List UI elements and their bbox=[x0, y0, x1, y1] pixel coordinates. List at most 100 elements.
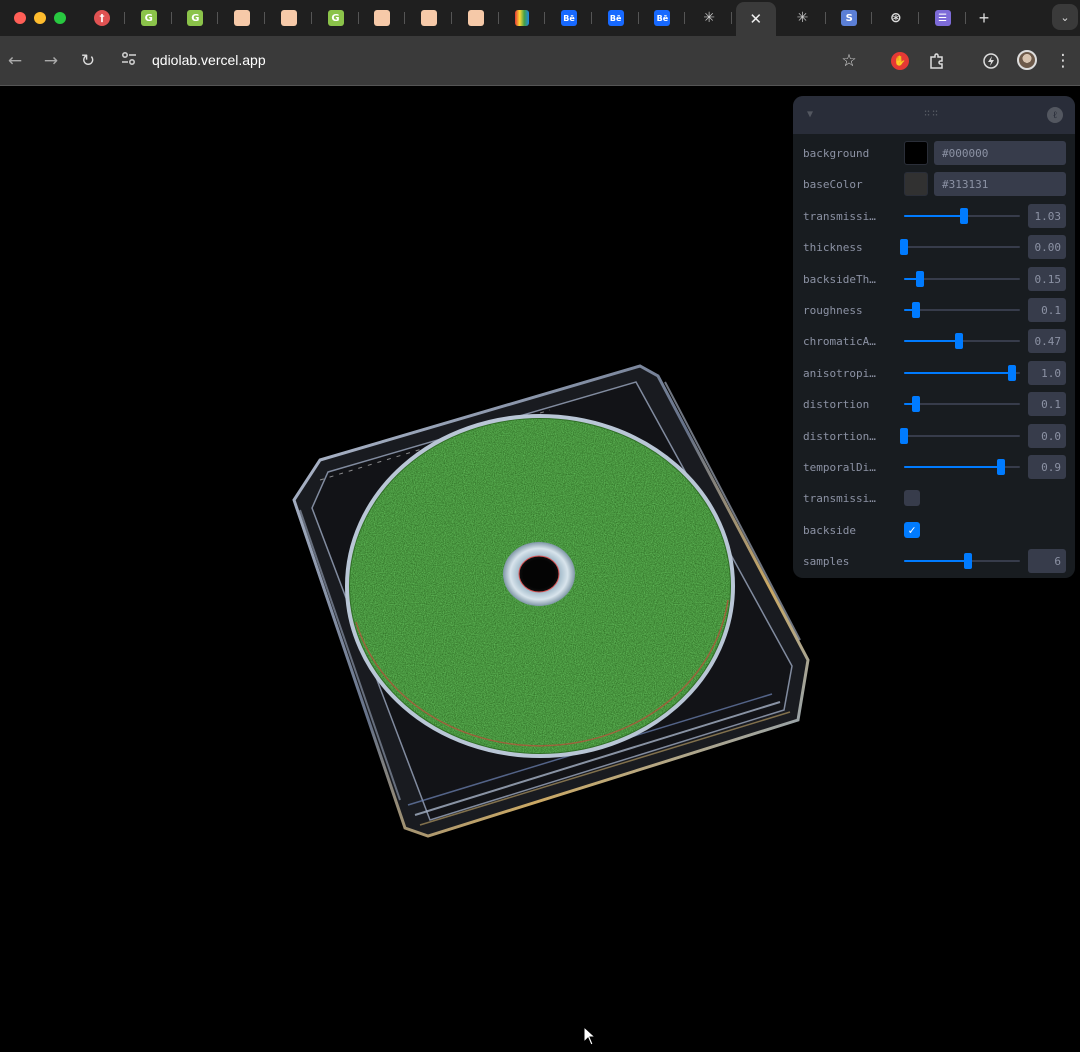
close-window-button[interactable] bbox=[14, 12, 26, 24]
slider-track[interactable] bbox=[904, 270, 1020, 287]
arrow-left-icon: ← bbox=[7, 51, 23, 71]
tab-search-button[interactable]: ⌄ bbox=[1052, 4, 1078, 30]
control-row: transmissi… 1.03 bbox=[793, 203, 1075, 228]
arrow-right-icon: → bbox=[43, 51, 59, 71]
list-icon: ☰ bbox=[934, 10, 951, 26]
collapse-chevron-icon[interactable]: ▼ bbox=[807, 109, 813, 120]
control-row: baseColor #313131 bbox=[793, 172, 1075, 197]
bookmark-button[interactable]: ☆ bbox=[838, 50, 860, 72]
slider-track[interactable] bbox=[904, 364, 1020, 381]
slider-track[interactable] bbox=[904, 396, 1020, 413]
slider-thumb[interactable] bbox=[911, 302, 920, 318]
control-row: backsideTh… 0.15 bbox=[793, 266, 1075, 291]
browser-tab[interactable] bbox=[269, 6, 312, 30]
control-label: chromaticA… bbox=[803, 335, 876, 349]
forward-button[interactable]: → bbox=[40, 50, 62, 72]
slider-thumb[interactable] bbox=[954, 333, 963, 350]
address-bar[interactable]: qdiolab.vercel.app bbox=[152, 52, 266, 68]
slider-track[interactable] bbox=[900, 239, 1020, 256]
number-input[interactable]: 1.0 bbox=[1028, 360, 1066, 385]
controls-panel: ▼ ∷∷ ℓ background #000000 baseColor #313131… bbox=[793, 96, 1075, 578]
new-tab-button[interactable]: + bbox=[972, 6, 996, 30]
minimize-window-button[interactable] bbox=[34, 12, 46, 24]
reload-button[interactable]: ↻ bbox=[77, 50, 99, 72]
extensions-button[interactable] bbox=[926, 50, 948, 72]
browser-tab[interactable] bbox=[222, 6, 266, 30]
number-input[interactable]: 0.1 bbox=[1028, 392, 1066, 417]
browser-tab[interactable] bbox=[456, 6, 499, 30]
slider-track[interactable] bbox=[904, 553, 1020, 570]
panel-header[interactable]: ▼ ∷∷ ℓ bbox=[793, 96, 1075, 134]
browser-tab[interactable]: Bē bbox=[642, 6, 686, 30]
checkbox[interactable] bbox=[904, 490, 920, 507]
browser-tab[interactable]: G bbox=[129, 6, 172, 30]
slider-thumb[interactable] bbox=[916, 270, 925, 287]
slider-thumb[interactable] bbox=[963, 553, 972, 570]
slider-track[interactable] bbox=[904, 302, 1020, 318]
peach-square-icon bbox=[280, 10, 297, 26]
drag-handle-icon[interactable]: ∷∷ bbox=[924, 108, 940, 119]
site-settings-button[interactable] bbox=[120, 50, 140, 70]
slider-fill bbox=[904, 340, 959, 343]
slider-thumb[interactable] bbox=[900, 427, 908, 444]
green-g-icon: G bbox=[187, 10, 204, 26]
close-icon[interactable]: ✕ bbox=[748, 10, 764, 28]
number-input[interactable]: 0.47 bbox=[1028, 329, 1066, 354]
profile-avatar[interactable] bbox=[1017, 50, 1037, 70]
peach-square-icon bbox=[234, 10, 251, 26]
browser-menu-button[interactable]: ⋮ bbox=[1052, 50, 1074, 72]
number-input[interactable]: 1.03 bbox=[1028, 203, 1066, 228]
slider-track[interactable] bbox=[904, 459, 1020, 475]
slider-track[interactable] bbox=[904, 333, 1020, 350]
number-input[interactable]: 0.15 bbox=[1028, 266, 1066, 291]
control-label: baseColor bbox=[803, 178, 863, 192]
back-button[interactable]: ← bbox=[4, 50, 26, 72]
extension-red-icon[interactable]: ✋ bbox=[891, 52, 909, 70]
number-input[interactable]: 6 bbox=[1028, 549, 1066, 574]
control-label: background bbox=[803, 147, 870, 160]
browser-tab[interactable]: G bbox=[175, 6, 219, 30]
chatgpt-icon: ⊛ bbox=[890, 10, 902, 26]
browser-tab[interactable]: ✳ bbox=[783, 6, 826, 30]
maximize-window-button[interactable] bbox=[54, 12, 66, 24]
slider-thumb[interactable] bbox=[1007, 364, 1016, 381]
color-swatch[interactable] bbox=[904, 172, 928, 197]
slider-track[interactable] bbox=[904, 207, 1020, 224]
browser-tab[interactable]: † bbox=[82, 6, 125, 30]
control-label: backside bbox=[803, 523, 856, 537]
slider-track[interactable] bbox=[900, 427, 1020, 444]
color-swatch[interactable] bbox=[904, 141, 928, 165]
number-input[interactable]: 0.9 bbox=[1028, 455, 1066, 479]
number-input[interactable]: 0.1 bbox=[1028, 298, 1066, 322]
mouse-cursor-icon bbox=[583, 1026, 597, 1046]
slider-thumb[interactable] bbox=[911, 396, 920, 413]
tab-strip: † G G G Bē Bē Bē ✳ ✕ ✳ S ⊛ ☰ + ⌄ bbox=[0, 0, 1080, 36]
control-row: chromaticA… 0.47 bbox=[793, 329, 1075, 354]
browser-tab[interactable]: ⊛ bbox=[876, 6, 919, 30]
puzzle-icon bbox=[930, 53, 943, 69]
color-hex-input[interactable]: #000000 bbox=[934, 141, 1066, 165]
control-row: distortion… 0.0 bbox=[793, 423, 1075, 448]
browser-tab[interactable] bbox=[362, 6, 406, 30]
number-input[interactable]: 0.0 bbox=[1028, 423, 1066, 448]
browser-tab[interactable]: G bbox=[316, 6, 359, 30]
behance-icon: Bē bbox=[607, 10, 624, 26]
checkbox[interactable]: ✓ bbox=[904, 521, 920, 538]
browser-tab[interactable]: ✳ bbox=[689, 6, 733, 30]
slider-thumb[interactable] bbox=[960, 207, 969, 224]
tab-active[interactable]: ✕ bbox=[735, 2, 776, 36]
browser-tab[interactable]: ☰ bbox=[923, 6, 966, 30]
checkmark-icon: ✓ bbox=[908, 522, 916, 537]
control-label: thickness bbox=[803, 241, 863, 255]
browser-tab[interactable] bbox=[502, 6, 546, 30]
color-hex-input[interactable]: #313131 bbox=[934, 172, 1066, 197]
control-row: thickness 0.00 bbox=[793, 235, 1075, 260]
browser-tab[interactable]: Bē bbox=[596, 6, 639, 30]
browser-tab[interactable]: Bē bbox=[549, 6, 592, 30]
browser-tab[interactable] bbox=[409, 6, 452, 30]
browser-tab[interactable]: S bbox=[829, 6, 873, 30]
performance-button[interactable] bbox=[980, 50, 1002, 72]
number-input[interactable]: 0.00 bbox=[1028, 235, 1066, 260]
slider-thumb[interactable] bbox=[900, 239, 908, 256]
slider-thumb[interactable] bbox=[997, 459, 1006, 475]
